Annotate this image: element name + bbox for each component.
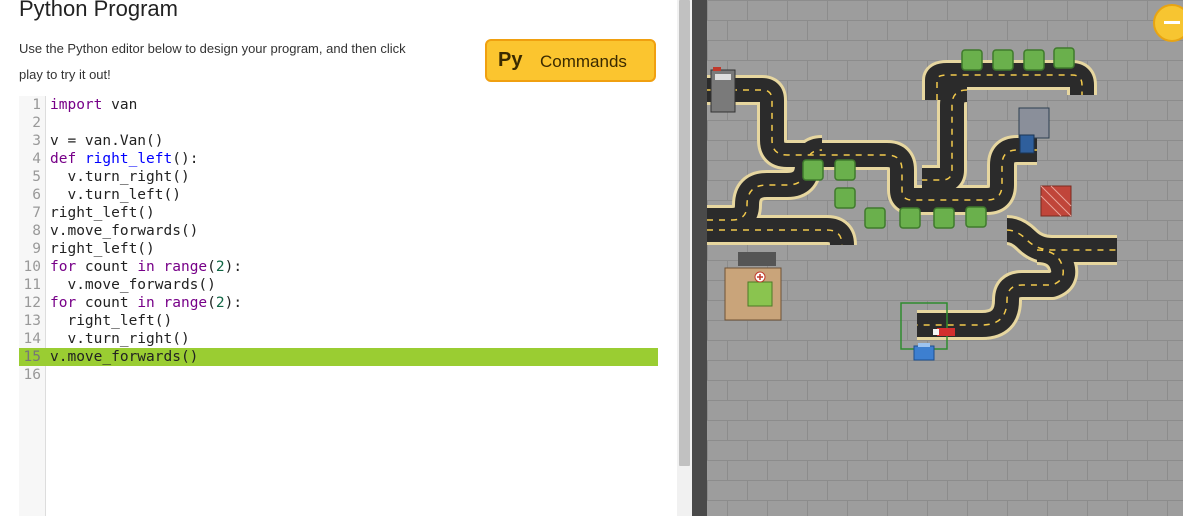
program-panel: Python Program Use the Python editor bel… [0, 0, 677, 516]
grass-tile [1053, 47, 1075, 69]
blue-car [913, 343, 935, 361]
code-line[interactable]: 13 right_left() [19, 312, 658, 330]
line-number: 13 [23, 313, 41, 329]
code-line[interactable]: 14 v.turn_right() [19, 330, 658, 348]
code-text[interactable]: v.turn_left() [50, 186, 181, 204]
grass-tile [965, 206, 987, 228]
code-text[interactable]: for count in range(2): [50, 258, 242, 276]
code-text[interactable]: right_left() [50, 312, 172, 330]
line-number: 12 [23, 295, 41, 311]
code-text[interactable]: right_left() [50, 204, 155, 222]
grass-tile [961, 49, 983, 71]
line-number: 7 [32, 205, 41, 221]
line-number: 16 [23, 367, 41, 383]
line-number: 14 [23, 331, 41, 347]
code-line[interactable]: 8 v.move_forwards() [19, 222, 658, 240]
line-number: 2 [32, 115, 41, 131]
code-text[interactable]: v.move_forwards() [50, 276, 215, 294]
code-line[interactable]: 7 right_left() [19, 204, 658, 222]
grass-tile [899, 207, 921, 229]
code-text[interactable]: def right_left(): [50, 150, 198, 168]
line-number: 4 [32, 151, 41, 167]
code-line[interactable]: 2 [19, 114, 658, 132]
code-line[interactable]: 10 for count in range(2): [19, 258, 658, 276]
grass-tile [834, 187, 856, 209]
code-line[interactable]: 5 v.turn_right() [19, 168, 658, 186]
code-text[interactable]: for count in range(2): [50, 294, 242, 312]
zoom-out-button[interactable] [1153, 4, 1183, 42]
code-line[interactable]: 3 v = van.Van() [19, 132, 658, 150]
commands-button[interactable]: Py Commands [485, 39, 656, 82]
grass-tile [1023, 49, 1045, 71]
line-number: 11 [23, 277, 41, 293]
python-icon: Py [498, 49, 523, 71]
grass-tile [933, 207, 955, 229]
instructions-text: Use the Python editor below to design yo… [19, 41, 406, 82]
line-number: 15 [23, 349, 41, 365]
code-line[interactable]: 16 [19, 366, 658, 384]
code-text[interactable]: v.move_forwards() [50, 222, 198, 240]
red-roof-house [1040, 185, 1072, 217]
grass-tile [802, 159, 824, 181]
line-number: 6 [32, 187, 41, 203]
code-text[interactable]: import van [50, 96, 137, 114]
line-number: 8 [32, 223, 41, 239]
grass-tile [864, 207, 886, 229]
code-line[interactable]: 6 v.turn_left() [19, 186, 658, 204]
code-line[interactable]: 15 v.move_forwards() [19, 348, 658, 366]
panel-divider[interactable] [692, 0, 707, 516]
line-number: 9 [32, 241, 41, 257]
page-title: Python Program [19, 0, 178, 21]
code-text[interactable]: v.turn_right() [50, 168, 189, 186]
minus-icon [1164, 21, 1180, 24]
code-text[interactable]: v.turn_right() [50, 330, 189, 348]
code-line[interactable]: 4 def right_left(): [19, 150, 658, 168]
grass-tile [992, 49, 1014, 71]
line-number: 5 [32, 169, 41, 185]
line-number: 10 [23, 259, 41, 275]
code-line[interactable]: 1 import van [19, 96, 658, 114]
delivery-van [933, 328, 955, 336]
game-board [707, 0, 1183, 516]
grass-tile [834, 159, 856, 181]
code-text[interactable]: right_left() [50, 240, 155, 258]
code-line[interactable]: 12 for count in range(2): [19, 294, 658, 312]
code-text[interactable]: v.move_forwards() [50, 348, 198, 366]
code-line[interactable]: 11 v.move_forwards() [19, 276, 658, 294]
code-text[interactable]: v = van.Van() [50, 132, 164, 150]
depot-building [710, 67, 736, 113]
code-line[interactable]: 9 right_left() [19, 240, 658, 258]
editor-scrollbar-thumb[interactable] [679, 0, 690, 466]
line-number: 3 [32, 133, 41, 149]
commands-button-label: Commands [540, 52, 627, 71]
line-number: 1 [32, 97, 41, 113]
python-editor[interactable]: 1 import van 2 3 v = van.Van() 4 def right_lef… [19, 96, 658, 516]
